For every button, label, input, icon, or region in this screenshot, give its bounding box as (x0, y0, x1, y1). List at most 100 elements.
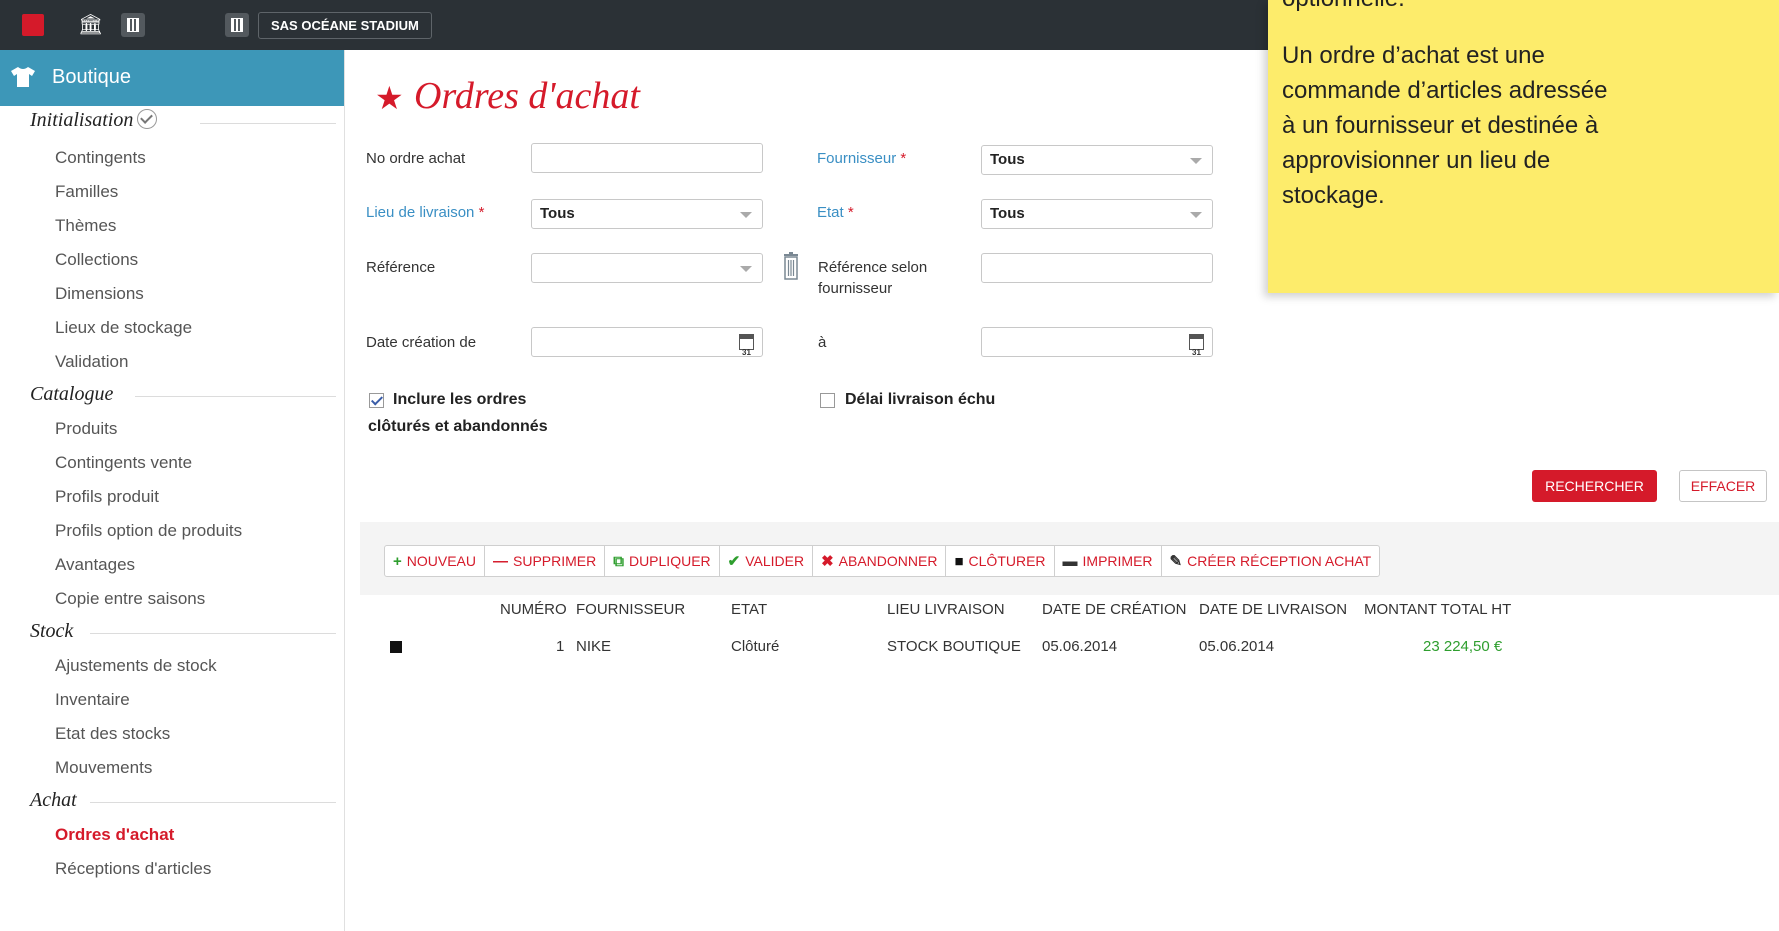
sidebar-item-receptions[interactable]: Réceptions d'articles (55, 859, 211, 879)
cell-etat[interactable]: Clôturé (731, 638, 779, 655)
sidebar: Boutique Initialisation Contingents Fami… (0, 50, 345, 931)
note-line-3: à un fournisseur et destinée à (1282, 112, 1599, 139)
clear-button[interactable]: EFFACER (1679, 470, 1767, 502)
reference-select[interactable] (531, 253, 763, 283)
chevron-down-icon (1190, 212, 1202, 218)
delai-checkbox[interactable] (820, 393, 835, 408)
chevron-down-icon (740, 212, 752, 218)
cell-fournisseur[interactable]: NIKE (576, 638, 611, 655)
etat-value: Tous (990, 205, 1025, 222)
sidebar-item-profils-produit[interactable]: Profils produit (55, 487, 159, 507)
top-bar: 🏛 SAS OCÉANE STADIUM (0, 0, 1268, 50)
calendar-icon[interactable] (1189, 334, 1204, 367)
cell-montant[interactable]: 23 224,50 € (1423, 638, 1502, 655)
tshirt-icon (11, 67, 35, 87)
inclure-checkbox[interactable] (369, 393, 384, 408)
print-label: IMPRIMER (1082, 553, 1153, 569)
delai-label: Délai livraison échu (845, 391, 996, 408)
duplicate-icon: ⧉ (613, 552, 624, 570)
inclure-label-1: Inclure les ordres (393, 391, 527, 408)
sidebar-item-themes[interactable]: Thèmes (55, 216, 116, 236)
sidebar-item-dimensions[interactable]: Dimensions (55, 284, 144, 304)
section-catalogue: Catalogue (30, 383, 114, 405)
sidebar-item-produits[interactable]: Produits (55, 419, 117, 439)
abandon-label: ABANDONNER (838, 553, 938, 569)
duplicate-button[interactable]: ⧉ DUPLIQUER (605, 546, 720, 576)
page-title: Ordres d'achat (414, 75, 640, 117)
sidebar-item-etat-stocks[interactable]: Etat des stocks (55, 724, 170, 744)
sidebar-item-inventaire[interactable]: Inventaire (55, 690, 130, 710)
ref-fournisseur-label-2: fournisseur (818, 280, 893, 297)
building-icon[interactable] (121, 13, 145, 37)
sidebar-item-ordres-achat[interactable]: Ordres d'achat (55, 825, 174, 845)
no-ordre-input[interactable] (531, 143, 763, 173)
required-mark: * (847, 204, 854, 221)
column-header-montant[interactable]: MONTANT TOTAL HT (1364, 601, 1511, 618)
divider (90, 802, 336, 803)
inclure-label-2: clôturés et abandonnés (368, 418, 548, 435)
cell-lieu[interactable]: STOCK BOUTIQUE (887, 638, 1021, 655)
column-header-lieu[interactable]: LIEU LIVRAISON (887, 601, 1005, 618)
date-de-input[interactable] (531, 327, 763, 367)
printer-icon: ▬ (1062, 552, 1078, 570)
section-stock: Stock (30, 620, 74, 642)
sidebar-item-familles[interactable]: Familles (55, 182, 118, 202)
date-a-input[interactable] (981, 327, 1213, 367)
sidebar-item-copie-saisons[interactable]: Copie entre saisons (55, 589, 205, 609)
column-header-fournisseur[interactable]: FOURNISSEUR (576, 601, 685, 618)
etat-label: Etat * (817, 204, 854, 221)
delete-button[interactable]: — SUPPRIMER (485, 546, 606, 576)
no-ordre-label: No ordre achat (366, 150, 466, 167)
sidebar-item-contingents[interactable]: Contingents (55, 148, 146, 168)
sidebar-item-collections[interactable]: Collections (55, 250, 138, 270)
delete-label: SUPPRIMER (513, 553, 597, 569)
ref-fournisseur-input[interactable] (981, 253, 1213, 283)
pencil-icon: ✎ (1169, 553, 1183, 570)
fournisseur-label: Fournisseur * (817, 150, 906, 167)
sidebar-item-validation[interactable]: Validation (55, 352, 128, 372)
bank-icon[interactable]: 🏛 (78, 13, 103, 37)
sidebar-item-ajustements[interactable]: Ajustements de stock (55, 656, 217, 676)
fournisseur-select[interactable]: Tous (981, 145, 1213, 175)
cell-numero[interactable]: 1 (556, 638, 564, 655)
sidebar-item-contingents-vente[interactable]: Contingents vente (55, 453, 192, 473)
create-reception-label: CRÉER RÉCEPTION ACHAT (1187, 553, 1372, 569)
fournisseur-label-text: Fournisseur (817, 150, 897, 167)
module-title: Boutique (52, 66, 131, 88)
etat-select[interactable]: Tous (981, 199, 1213, 229)
column-header-date-livraison[interactable]: DATE DE LIVRAISON (1199, 601, 1347, 618)
required-mark: * (478, 204, 485, 221)
duplicate-label: DUPLIQUER (628, 553, 711, 569)
validate-button[interactable]: ✔ VALIDER (720, 546, 814, 576)
column-header-date-creation[interactable]: DATE DE CRÉATION (1042, 601, 1186, 618)
section-initialisation: Initialisation (30, 109, 158, 132)
column-header-numero[interactable]: NUMÉRO (500, 601, 567, 618)
venue-building-icon[interactable] (225, 13, 249, 37)
sidebar-item-mouvements[interactable]: Mouvements (55, 758, 152, 778)
etat-label-text: Etat (817, 204, 844, 221)
favorite-star-icon[interactable]: ★ (375, 79, 404, 117)
venue-selector[interactable]: SAS OCÉANE STADIUM (258, 12, 432, 39)
sidebar-item-lieux-de-stockage[interactable]: Lieux de stockage (55, 318, 192, 338)
search-button[interactable]: RECHERCHER (1532, 470, 1657, 502)
lieu-select[interactable]: Tous (531, 199, 763, 229)
new-label: NOUVEAU (406, 553, 476, 569)
abandon-button[interactable]: ✖ ABANDONNER (813, 546, 947, 576)
close-order-button[interactable]: ■ CLÔTURER (946, 546, 1055, 576)
create-reception-button[interactable]: ✎ CRÉER RÉCEPTION ACHAT (1162, 546, 1380, 576)
module-header[interactable]: Boutique (0, 50, 344, 106)
trash-icon[interactable] (783, 252, 799, 282)
sidebar-item-avantages[interactable]: Avantages (55, 555, 135, 575)
cell-date-livraison[interactable]: 05.06.2014 (1199, 638, 1274, 655)
lieu-label: Lieu de livraison * (366, 204, 484, 221)
sidebar-item-profils-option[interactable]: Profils option de produits (55, 521, 242, 541)
required-mark: * (900, 150, 907, 167)
divider (135, 396, 336, 397)
calendar-icon[interactable] (739, 334, 754, 367)
app-logo-icon[interactable] (22, 14, 44, 36)
column-header-etat[interactable]: ETAT (731, 601, 767, 618)
new-button[interactable]: + NOUVEAU (385, 546, 485, 576)
print-button[interactable]: ▬ IMPRIMER (1055, 546, 1162, 576)
chevron-down-icon (740, 266, 752, 272)
cell-date-creation[interactable]: 05.06.2014 (1042, 638, 1117, 655)
